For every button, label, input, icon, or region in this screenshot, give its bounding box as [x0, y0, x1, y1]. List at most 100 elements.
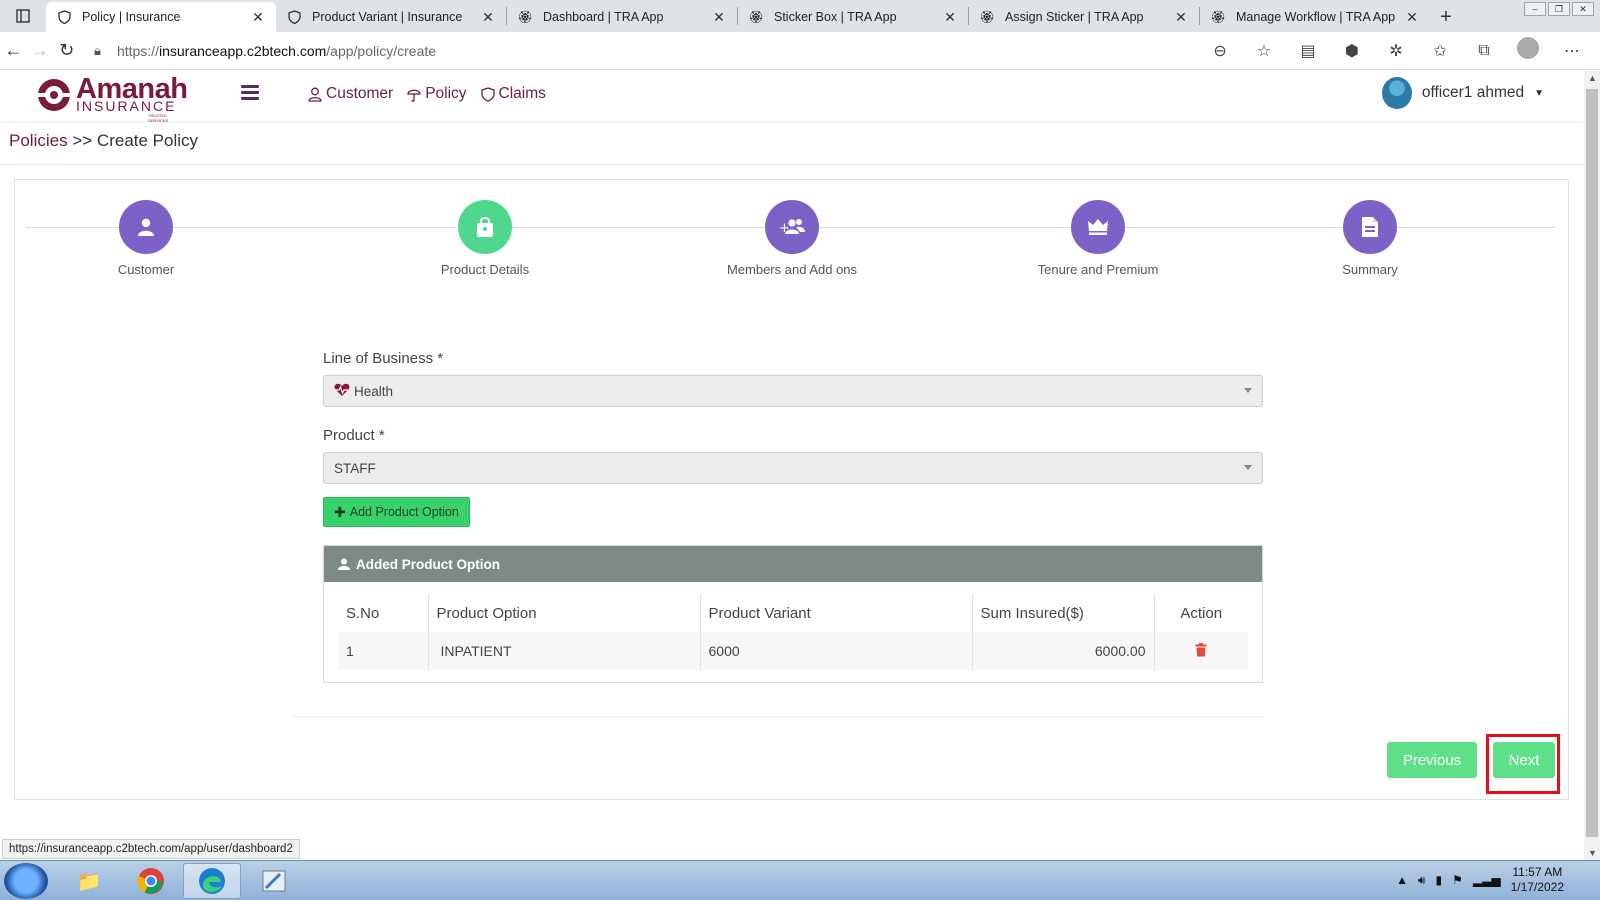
breadcrumb: Policies >> Create Policy [9, 131, 198, 151]
volume-icon[interactable]: 🔊︎ [1418, 873, 1426, 888]
reading-icon[interactable]: ▤ [1286, 41, 1330, 61]
browser-tab-assign-sticker[interactable]: 🏵 Assign Sticker | TRA App ✕ [969, 2, 1199, 32]
user-menu[interactable]: officer1 ahmed ▼ [1381, 77, 1544, 109]
arrow-right-icon: → [31, 40, 49, 60]
product-select[interactable]: STAFF [323, 452, 1263, 484]
product-details-form: Line of Business * Health Product * STAF… [323, 350, 1263, 683]
menu-toggle-icon[interactable] [241, 85, 259, 101]
close-window-button[interactable]: ✕ [1572, 2, 1594, 16]
line-of-business-select[interactable]: Health [323, 375, 1263, 407]
tab-title: Product Variant | Insurance [312, 10, 463, 24]
scroll-down-icon[interactable]: ▼ [1588, 848, 1597, 858]
clock[interactable]: 11:57 AM 1/17/2022 [1511, 865, 1564, 895]
step-circle [119, 200, 173, 254]
tab-title: Assign Sticker | TRA App [1005, 10, 1144, 24]
extension-shield-icon[interactable]: ⬢ [1330, 41, 1374, 61]
logo-tagline: TRUSTED SERVICES [148, 113, 169, 123]
close-icon[interactable]: ✕ [250, 9, 266, 26]
new-tab-button[interactable]: + [1430, 2, 1462, 32]
step-label: Summary [1342, 262, 1398, 277]
battery-icon[interactable]: ▮ [1436, 873, 1443, 887]
nav-label: Customer [326, 85, 394, 102]
scroll-up-icon[interactable]: ▲ [1588, 73, 1597, 83]
close-icon[interactable]: ✕ [711, 9, 727, 26]
logo-mark-icon [38, 79, 70, 111]
page-scrollbar[interactable]: ▲ ▼ [1584, 71, 1600, 860]
divider [293, 716, 1263, 717]
window-controls: – ❐ ✕ [1524, 2, 1594, 16]
step-tenure-premium[interactable]: Tenure and Premium [1018, 200, 1178, 277]
step-product-details[interactable]: Product Details [405, 200, 565, 277]
step-members-addons[interactable]: + Members and Add ons [712, 200, 872, 277]
url-input[interactable]: 🔒︎ https://insuranceapp.c2btech.com/app/… [88, 36, 1198, 66]
edge-icon[interactable] [183, 863, 241, 899]
scrollbar-thumb[interactable] [1586, 89, 1598, 837]
trash-icon[interactable] [1195, 642, 1207, 660]
reload-icon: ↻ [59, 40, 75, 60]
file-explorer-icon[interactable]: 📁 [60, 863, 118, 899]
profile-icon[interactable] [1506, 37, 1550, 64]
close-icon[interactable]: ✕ [1173, 9, 1189, 26]
column-header: Sum Insured($) [971, 594, 1154, 632]
minimize-button[interactable]: – [1524, 2, 1546, 16]
umbrella-icon [407, 89, 421, 102]
reload-button[interactable]: ↻ [53, 33, 80, 69]
breadcrumb-policies-link[interactable]: Policies [9, 131, 68, 150]
nav-label: Claims [498, 85, 546, 102]
panel-body: S.No Product Option Product Variant Sum … [324, 582, 1262, 682]
network-error-icon[interactable]: ⚑ [1452, 873, 1463, 887]
nav-claims[interactable]: Claims [480, 85, 546, 103]
back-button[interactable]: ← [0, 33, 27, 69]
close-icon[interactable]: ✕ [1404, 9, 1420, 26]
cell-action [1153, 632, 1248, 670]
column-header: Product Option [427, 594, 700, 632]
chevron-down-icon [1244, 388, 1252, 393]
collections-icon[interactable]: ⧉ [1462, 42, 1506, 60]
extensions-icon[interactable]: ✲ [1374, 41, 1418, 61]
product-value: STAFF [334, 460, 376, 476]
close-icon[interactable]: ✕ [480, 9, 496, 26]
browser-tab-manage-workflow[interactable]: 🏵 Manage Workflow | TRA App ✕ [1200, 2, 1430, 32]
notepad-icon[interactable] [245, 863, 303, 899]
start-button[interactable] [4, 863, 48, 899]
cell-sno: 1 [338, 632, 428, 670]
lock-icon: 🔒︎ [94, 42, 101, 58]
nav-policy[interactable]: Policy [407, 85, 467, 103]
close-icon[interactable]: ✕ [942, 9, 958, 26]
tab-title: Sticker Box | TRA App [774, 10, 897, 24]
tray-expand-icon[interactable]: ▲ [1396, 873, 1408, 887]
table-row: 1 INPATIENT 6000 6000.00 [338, 632, 1248, 670]
more-icon[interactable]: ⋯ [1550, 41, 1594, 61]
cell-product-option: INPATIENT [427, 632, 700, 670]
shield-icon [286, 9, 302, 25]
clock-date: 1/17/2022 [1510, 880, 1564, 894]
step-label: Customer [117, 262, 175, 277]
browser-tab-policy[interactable]: Policy | Insurance ✕ [46, 2, 276, 32]
step-customer[interactable]: Customer [66, 200, 226, 277]
browser-tab-dashboard[interactable]: 🏵 Dashboard | TRA App ✕ [507, 2, 737, 32]
users-add-icon: + [779, 219, 805, 236]
person-icon [308, 87, 322, 102]
add-product-option-button[interactable]: ✚ Add Product Option [323, 497, 470, 527]
added-product-option-panel: Added Product Option S.No Product Option… [323, 545, 1263, 683]
company-logo[interactable]: Amanah INSURANCE TRUSTED SERVICES [36, 73, 188, 123]
tab-actions-button[interactable] [0, 0, 46, 32]
caret-down-icon: ▼ [1534, 87, 1544, 99]
tab-title: Policy | Insurance [82, 10, 181, 24]
forward-button[interactable]: → [27, 33, 54, 69]
restore-button[interactable]: ❐ [1548, 2, 1570, 16]
favorite-add-icon[interactable]: ☆ [1242, 41, 1286, 61]
step-circle [1071, 200, 1125, 254]
chrome-icon[interactable] [122, 863, 180, 899]
previous-button[interactable]: Previous [1387, 742, 1477, 778]
zoom-icon[interactable]: ⊖ [1198, 41, 1242, 61]
signal-icon[interactable]: ▂▃▅ [1473, 873, 1501, 887]
step-summary[interactable]: Summary [1290, 200, 1450, 277]
favorites-icon[interactable]: ✩ [1418, 41, 1462, 61]
logo-subtitle: INSURANCE [76, 98, 177, 114]
status-bar-url: https://insuranceapp.c2btech.com/app/use… [2, 839, 300, 859]
nav-customer[interactable]: Customer [308, 85, 393, 103]
line-of-business-label: Line of Business * [323, 350, 444, 367]
browser-tab-sticker-box[interactable]: 🏵 Sticker Box | TRA App ✕ [738, 2, 968, 32]
browser-tab-product-variant[interactable]: Product Variant | Insurance ✕ [276, 2, 506, 32]
